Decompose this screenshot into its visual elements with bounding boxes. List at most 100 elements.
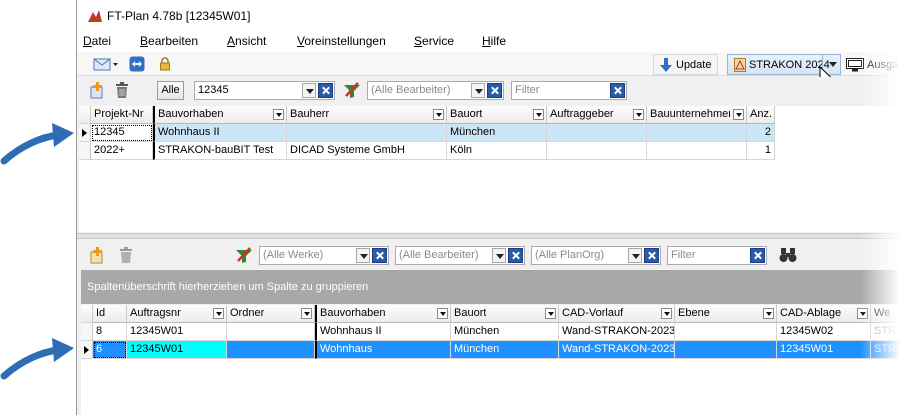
filter-dropdown-icon[interactable] bbox=[661, 308, 672, 319]
column-header-cad-ablage[interactable]: CAD-Ablage bbox=[777, 305, 871, 323]
cell-ebene[interactable] bbox=[675, 323, 777, 341]
cell-id[interactable]: 6 bbox=[93, 341, 127, 359]
cell-cad-vorlauf[interactable]: Wand-STRAKON-2023- bbox=[559, 323, 675, 341]
close-icon[interactable] bbox=[610, 83, 625, 98]
cell-projekt-nr[interactable]: 2022+ bbox=[91, 142, 153, 160]
close-icon[interactable] bbox=[372, 248, 387, 263]
mail-button[interactable] bbox=[93, 54, 119, 74]
menu-hilfe[interactable]: Hilfe bbox=[482, 34, 506, 48]
menu-datei[interactable]: Datei bbox=[83, 34, 111, 48]
cell-we[interactable]: STR bbox=[871, 341, 900, 359]
row-indicator[interactable] bbox=[81, 323, 93, 341]
cell-bauvorhaben[interactable]: Wohnhaus II bbox=[315, 323, 451, 341]
column-header-bauort[interactable]: Bauort bbox=[451, 305, 559, 323]
alle-button[interactable]: Alle bbox=[157, 81, 184, 100]
close-icon[interactable] bbox=[508, 248, 523, 263]
update-button[interactable]: Update bbox=[653, 54, 719, 75]
cell-auftraggeber[interactable] bbox=[547, 124, 647, 142]
filter-dropdown-icon[interactable] bbox=[437, 308, 448, 319]
cell-ebene[interactable] bbox=[675, 341, 777, 359]
cell-bauvorhaben[interactable]: Wohnhaus bbox=[315, 341, 451, 359]
filter-dropdown-icon[interactable] bbox=[213, 308, 224, 319]
sync-button[interactable] bbox=[129, 54, 145, 74]
ausgabe-button[interactable]: Ausga bbox=[843, 54, 900, 75]
filter-dropdown-icon[interactable] bbox=[533, 109, 544, 120]
cell-auftragsnr[interactable]: 12345W01 bbox=[127, 341, 227, 359]
order-bearbeiter-combo[interactable]: (Alle Bearbeiter) bbox=[395, 246, 525, 265]
cell-bauort[interactable]: München bbox=[451, 341, 559, 359]
trash-icon[interactable] bbox=[115, 82, 129, 99]
pane-splitter[interactable] bbox=[77, 233, 900, 239]
row-indicator[interactable] bbox=[81, 341, 93, 359]
menu-voreinstellungen[interactable]: Voreinstellungen bbox=[297, 34, 386, 48]
cell-bauvorhaben[interactable]: Wohnhaus II bbox=[153, 124, 287, 142]
row-indicator[interactable] bbox=[79, 142, 91, 160]
chevron-down-icon[interactable] bbox=[628, 248, 642, 263]
column-header-anz[interactable]: Anz. bbox=[747, 106, 775, 124]
cell-bauherr[interactable]: DICAD Systeme GmbH bbox=[287, 142, 447, 160]
column-header-bauunternehmer[interactable]: Bauunternehmer bbox=[647, 106, 747, 124]
cell-auftraggeber[interactable] bbox=[547, 142, 647, 160]
column-header-bauvorhaben[interactable]: Bauvorhaben bbox=[153, 106, 287, 124]
cell-bauunternehmer[interactable] bbox=[647, 124, 747, 142]
cell-anz[interactable]: 2 bbox=[747, 124, 775, 142]
run-filter-icon[interactable] bbox=[343, 82, 361, 99]
column-header-bauherr[interactable]: Bauherr bbox=[287, 106, 447, 124]
cell-auftragsnr[interactable]: 12345W01 bbox=[127, 323, 227, 341]
cell-anz[interactable]: 1 bbox=[747, 142, 775, 160]
cell-cad-ablage[interactable]: 12345W01 bbox=[777, 341, 871, 359]
order-filter-input[interactable]: Filter bbox=[667, 246, 767, 265]
column-header-cad-vorlauf[interactable]: CAD-Vorlauf bbox=[559, 305, 675, 323]
row-indicator[interactable] bbox=[79, 124, 91, 142]
binoculars-icon[interactable] bbox=[779, 247, 797, 263]
column-header-bauvorhaben[interactable]: Bauvorhaben bbox=[315, 305, 451, 323]
planorg-combo[interactable]: (Alle PlanOrg) bbox=[531, 246, 661, 265]
cell-id[interactable]: 8 bbox=[93, 323, 127, 341]
column-header-id[interactable]: Id bbox=[93, 305, 127, 323]
cell-we[interactable]: STR bbox=[871, 323, 900, 341]
new-project-icon[interactable] bbox=[88, 82, 106, 100]
cell-bauvorhaben[interactable]: STRAKON-bauBIT Test bbox=[153, 142, 287, 160]
filter-dropdown-icon[interactable] bbox=[857, 308, 868, 319]
cell-ordner[interactable] bbox=[227, 341, 315, 359]
cell-bauort[interactable]: Köln bbox=[447, 142, 547, 160]
column-header-we[interactable]: We bbox=[871, 305, 900, 323]
close-icon[interactable] bbox=[318, 83, 333, 98]
cell-cad-vorlauf[interactable]: Wand-STRAKON-2023- bbox=[559, 341, 675, 359]
cell-bauunternehmer[interactable] bbox=[647, 142, 747, 160]
trash-icon[interactable] bbox=[119, 247, 133, 264]
lock-button[interactable] bbox=[159, 54, 171, 74]
column-header-bauort[interactable]: Bauort bbox=[447, 106, 547, 124]
close-icon[interactable] bbox=[644, 248, 659, 263]
filter-dropdown-icon[interactable] bbox=[545, 308, 556, 319]
column-header-projekt-nr[interactable]: Projekt-Nr bbox=[91, 106, 153, 124]
bearbeiter-combo[interactable]: (Alle Bearbeiter) bbox=[367, 81, 504, 100]
chevron-down-icon[interactable] bbox=[356, 248, 370, 263]
menu-ansicht[interactable]: Ansicht bbox=[227, 34, 266, 48]
menu-service[interactable]: Service bbox=[414, 34, 454, 48]
werke-combo[interactable]: (Alle Werke) bbox=[259, 246, 389, 265]
cell-ordner[interactable] bbox=[227, 323, 315, 341]
filter-dropdown-icon[interactable] bbox=[301, 308, 312, 319]
close-icon[interactable] bbox=[750, 248, 765, 263]
filter-dropdown-icon[interactable] bbox=[763, 308, 774, 319]
new-order-icon[interactable] bbox=[88, 247, 106, 265]
run-filter-icon[interactable] bbox=[235, 247, 253, 264]
group-by-panel[interactable]: Spaltenüberschrift hierherziehen um Spal… bbox=[81, 270, 900, 304]
project-filter-input[interactable]: Filter bbox=[511, 81, 627, 100]
column-header-auftraggeber[interactable]: Auftraggeber bbox=[547, 106, 647, 124]
close-icon[interactable] bbox=[487, 83, 502, 98]
column-header-auftragsnr[interactable]: Auftragsnr bbox=[127, 305, 227, 323]
cell-bauort[interactable]: München bbox=[451, 323, 559, 341]
filter-dropdown-icon[interactable] bbox=[633, 109, 644, 120]
chevron-down-icon[interactable] bbox=[492, 248, 506, 263]
chevron-down-icon[interactable] bbox=[302, 83, 316, 98]
menu-bearbeiten[interactable]: Bearbeiten bbox=[140, 34, 198, 48]
filter-dropdown-icon[interactable] bbox=[273, 109, 284, 120]
filter-dropdown-icon[interactable] bbox=[433, 109, 444, 120]
filter-dropdown-icon[interactable] bbox=[733, 109, 744, 120]
cell-projekt-nr[interactable]: 12345 bbox=[91, 124, 153, 142]
chevron-down-icon[interactable] bbox=[471, 83, 485, 98]
project-search-combo[interactable]: 12345 bbox=[194, 81, 335, 100]
cell-bauort[interactable]: München bbox=[447, 124, 547, 142]
